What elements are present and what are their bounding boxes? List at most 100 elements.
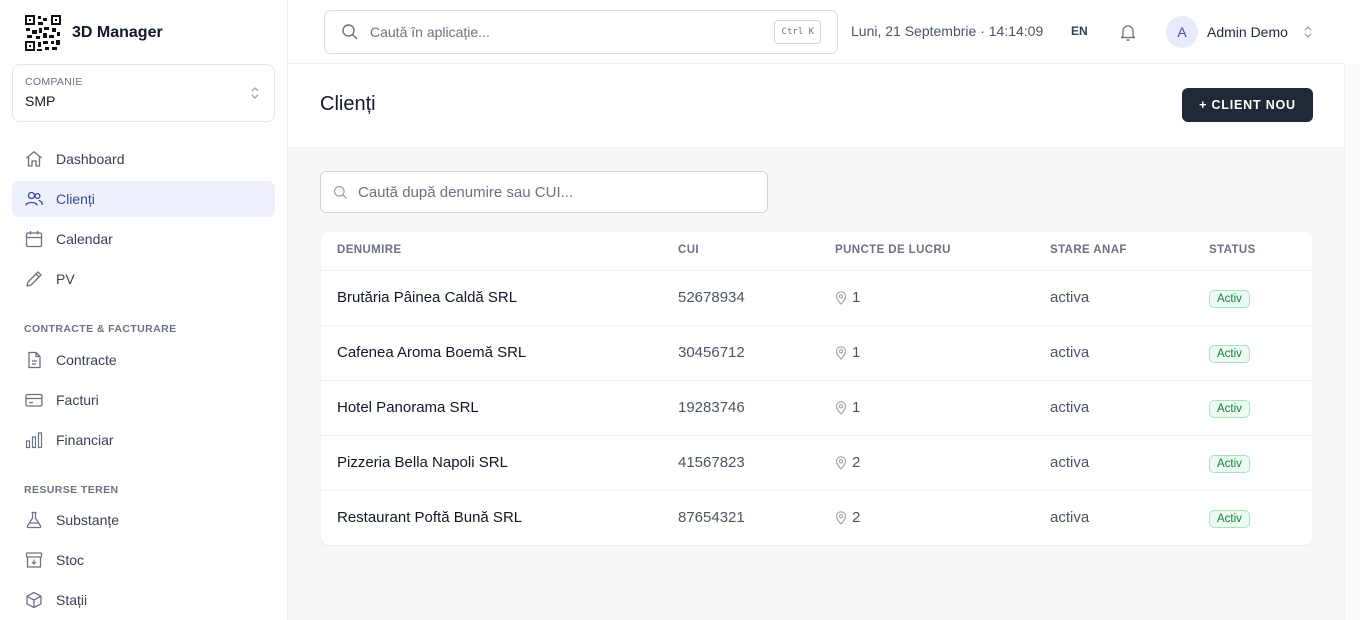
nav-label: Stații [56, 592, 88, 608]
nav-label: Substanțe [56, 512, 120, 528]
status-badge: Activ [1209, 290, 1250, 308]
section-resurse-teren: RESURSE TEREN [24, 484, 119, 496]
client-cui: 41567823 [678, 454, 745, 471]
search-icon [342, 24, 358, 40]
language-switch[interactable]: EN [1071, 24, 1088, 38]
table-row[interactable]: Brutăria Pâinea Caldă SRL 52678934 1 act… [321, 270, 1312, 325]
table-row[interactable]: Cafenea Aroma Boemă SRL 30456712 1 activ… [321, 325, 1312, 380]
nav-label: Facturi [56, 392, 99, 408]
cube-icon [26, 591, 42, 609]
anaf-state: activa [1050, 289, 1090, 306]
status-badge: Activ [1209, 400, 1250, 418]
table-row[interactable]: Restaurant Poftă Bună SRL 87654321 2 act… [321, 490, 1312, 545]
bar-chart-icon [25, 432, 43, 449]
calendar-icon [25, 231, 43, 248]
page-scrollbar[interactable] [1344, 64, 1360, 620]
column-header-puncte-lucru[interactable]: PUNCTE DE LUCRU [835, 244, 951, 256]
page-title: Clienți [320, 93, 376, 115]
location-pin-icon [835, 346, 847, 360]
flask-icon [26, 511, 42, 529]
client-cui: 19283746 [678, 399, 745, 416]
nav-label: Financiar [56, 432, 114, 448]
global-search-placeholder: Caută în aplicație... [370, 24, 490, 40]
table-row[interactable]: Pizzeria Bella Napoli SRL 41567823 2 act… [321, 435, 1312, 490]
nav-label: Calendar [56, 231, 113, 247]
nav-dashboard[interactable]: Dashboard [12, 141, 275, 177]
location-pin-icon [835, 511, 847, 525]
nav-label: Clienți [56, 191, 95, 207]
nav-clienti[interactable]: Clienți [12, 181, 275, 217]
clients-table: DENUMIRE CUI PUNCTE DE LUCRU STARE ANAF … [321, 232, 1312, 545]
work-points-count: 1 [852, 344, 861, 361]
date-time: Luni, 21 Septembrie · 14:14:09 [851, 23, 1044, 39]
client-name[interactable]: Pizzeria Bella Napoli SRL [337, 454, 508, 471]
table-row[interactable]: Hotel Panorama SRL 19283746 1 activa Act… [321, 380, 1312, 435]
client-name[interactable]: Brutăria Pâinea Caldă SRL [337, 289, 517, 306]
nav-substante[interactable]: Substanțe [12, 502, 275, 538]
contract-icon [28, 351, 41, 369]
shortcut-hint: Ctrl K [774, 20, 821, 44]
user-menu[interactable]: A Admin Demo [1166, 16, 1313, 48]
work-points-count: 1 [852, 289, 861, 306]
chevron-updown-icon [251, 87, 259, 99]
chevron-updown-icon [1304, 26, 1312, 38]
company-value: SMP [25, 93, 56, 109]
users-icon [25, 191, 43, 206]
nav-label: Contracte [56, 352, 117, 368]
client-search-input[interactable]: Caută după denumire sau CUI... [320, 171, 768, 213]
anaf-state: activa [1050, 344, 1090, 361]
brand[interactable]: 3D Manager [24, 14, 163, 52]
client-search-placeholder: Caută după denumire sau CUI... [358, 183, 574, 201]
location-pin-icon [835, 456, 847, 470]
location-pin-icon [835, 401, 847, 415]
nav-facturi[interactable]: Facturi [12, 382, 275, 418]
client-cui: 30456712 [678, 344, 745, 361]
main-content: Caută după denumire sau CUI... DENUMIRE … [288, 148, 1344, 620]
app-name: 3D Manager [72, 24, 163, 41]
work-points-count: 2 [852, 454, 861, 471]
nav-label: PV [56, 271, 75, 287]
client-cui: 87654321 [678, 509, 745, 526]
avatar: A [1166, 16, 1198, 48]
client-name[interactable]: Restaurant Poftă Bună SRL [337, 509, 522, 526]
user-name: Admin Demo [1207, 24, 1288, 40]
client-name[interactable]: Hotel Panorama SRL [337, 399, 479, 416]
nav-stoc[interactable]: Stoc [12, 542, 275, 578]
top-bar: Caută în aplicație... Ctrl K Luni, 21 Se… [288, 0, 1344, 64]
column-header-stare-anaf[interactable]: STARE ANAF [1050, 244, 1127, 256]
anaf-state: activa [1050, 454, 1090, 471]
bell-icon[interactable] [1119, 22, 1137, 42]
column-header-denumire[interactable]: DENUMIRE [337, 244, 402, 256]
company-selector[interactable]: COMPANIE SMP [12, 64, 275, 122]
status-badge: Activ [1209, 455, 1250, 473]
status-badge: Activ [1209, 345, 1250, 363]
column-header-cui[interactable]: CUI [678, 244, 699, 256]
nav-label: Stoc [56, 552, 85, 568]
qr-logo-icon [24, 14, 62, 52]
nav-label: Dashboard [56, 151, 125, 167]
pencil-icon [26, 271, 42, 287]
search-icon [333, 185, 347, 199]
box-icon [25, 552, 43, 568]
new-client-button[interactable]: + CLIENT NOU [1182, 88, 1313, 122]
company-label: COMPANIE [25, 76, 83, 88]
global-search-input[interactable]: Caută în aplicație... Ctrl K [324, 10, 838, 54]
card-icon [25, 393, 43, 407]
nav-calendar[interactable]: Calendar [12, 221, 275, 257]
nav-contracte[interactable]: Contracte [12, 342, 275, 378]
status-badge: Activ [1209, 510, 1250, 528]
page-header: Clienți + CLIENT NOU [288, 64, 1344, 148]
table-header: DENUMIRE CUI PUNCTE DE LUCRU STARE ANAF … [321, 232, 1312, 270]
client-cui: 52678934 [678, 289, 745, 306]
section-contracte-facturare: CONTRACTE & FACTURARE [24, 323, 177, 335]
column-header-status[interactable]: STATUS [1209, 244, 1256, 256]
nav-pv[interactable]: PV [12, 261, 275, 297]
nav-financiar[interactable]: Financiar [12, 422, 275, 458]
nav-statii[interactable]: Stații [12, 582, 275, 618]
anaf-state: activa [1050, 509, 1090, 526]
work-points-count: 1 [852, 399, 861, 416]
client-name[interactable]: Cafenea Aroma Boemă SRL [337, 344, 526, 361]
work-points-count: 2 [852, 509, 861, 526]
home-icon [26, 151, 42, 167]
anaf-state: activa [1050, 399, 1090, 416]
